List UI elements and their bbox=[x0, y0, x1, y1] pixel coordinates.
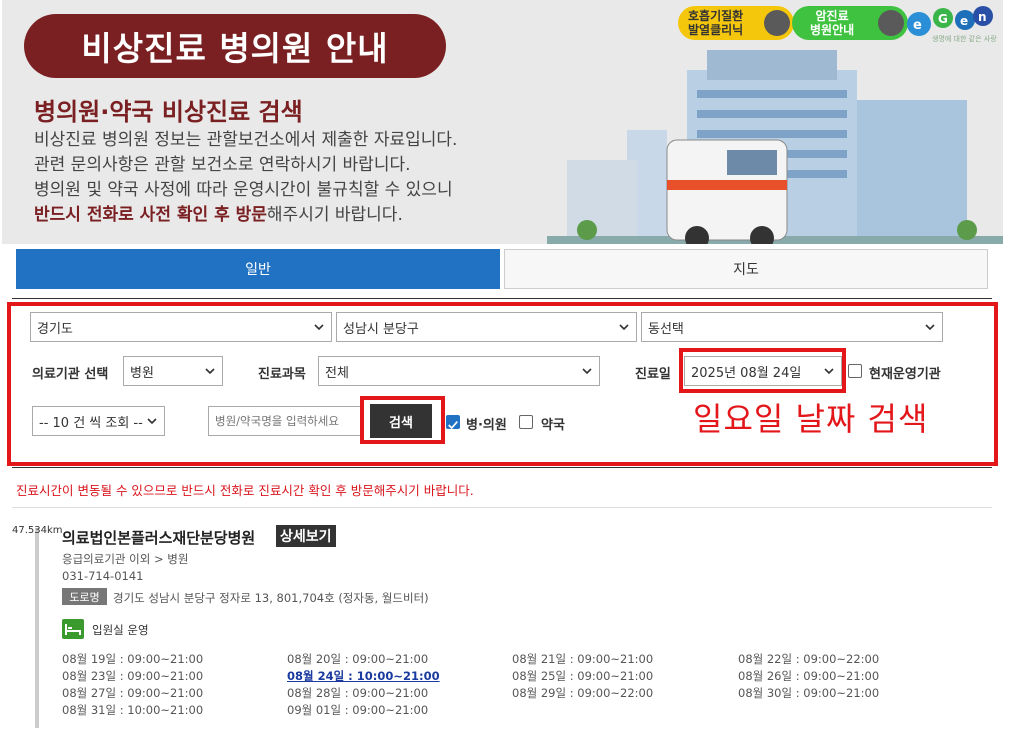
divider bbox=[12, 467, 992, 468]
svg-text:e: e bbox=[913, 18, 922, 33]
desc-line-1: 비상진료 병의원 정보는 관할보건소에서 제출한 자료입니다. bbox=[34, 130, 458, 150]
cancer-label-1: 암진료 bbox=[815, 9, 849, 23]
dept-label: 진료과목 bbox=[258, 367, 306, 382]
open-now-checkbox[interactable] bbox=[848, 364, 862, 378]
cancer-hospital-button[interactable]: 암진료 병원안내 bbox=[792, 6, 908, 40]
tab-general[interactable]: 일반 bbox=[16, 249, 500, 289]
schedule-entry: 08월 23일 : 09:00~21:00 bbox=[62, 669, 204, 683]
chevron-down-icon bbox=[582, 368, 592, 375]
category-text: 응급의료기관 이외 > 병원 bbox=[62, 552, 189, 566]
page-title: 비상진료 병의원 안내 bbox=[24, 14, 446, 78]
page-subtitle: 병의원·약국 비상진료 검색 bbox=[34, 98, 303, 126]
desc-line-4: 반드시 전화로 사전 확인 후 방문해주시기 바랍니다. bbox=[34, 203, 457, 228]
road-address-badge: 도로명 bbox=[62, 588, 107, 605]
egen-tagline: 생명에 대한 같은 사랑 bbox=[932, 35, 997, 43]
bed-icon bbox=[62, 619, 84, 639]
detail-button[interactable]: 상세보기 bbox=[276, 525, 336, 547]
chevron-down-icon bbox=[925, 324, 935, 331]
date-highlight-box bbox=[679, 348, 846, 393]
facility-value: 병원 bbox=[130, 365, 154, 381]
district-value: 성남시 분당구 bbox=[343, 321, 419, 337]
bicycle-icon bbox=[764, 10, 790, 36]
province-value: 경기도 bbox=[37, 321, 73, 337]
schedule-entry: 08월 25일 : 09:00~21:00 bbox=[512, 669, 654, 683]
address-text: 경기도 성남시 분당구 정자로 13, 801,704호 (정자동, 월드비터) bbox=[113, 591, 429, 605]
desc-line-3: 병의원 및 약국 사정에 따라 운영시간이 불규칙할 수 있으니 bbox=[34, 180, 453, 200]
schedule-entry: 09월 01일 : 09:00~21:00 bbox=[287, 703, 429, 717]
facility-select[interactable]: 병원 bbox=[123, 356, 223, 386]
name-search-input[interactable] bbox=[208, 406, 364, 436]
annotation-text: 일요일 날짜 검색 bbox=[693, 400, 929, 438]
dept-value: 전체 bbox=[325, 365, 349, 381]
hospital-illustration bbox=[547, 40, 1003, 244]
schedule-entry: 08월 28일 : 09:00~21:00 bbox=[287, 686, 429, 700]
pharmacy-checkbox[interactable] bbox=[519, 415, 533, 429]
open-now-label: 현재운영기관 bbox=[869, 367, 941, 382]
respiratory-label-2: 발열클리닉 bbox=[688, 23, 744, 37]
schedule-entry: 08월 27일 : 09:00~21:00 bbox=[62, 686, 204, 700]
district-select[interactable]: 성남시 분당구 bbox=[336, 312, 637, 342]
pharmacy-check-label: 약국 bbox=[541, 418, 565, 433]
chevron-down-icon bbox=[314, 324, 324, 331]
banner-description: 비상진료 병의원 정보는 관할보건소에서 제출한 자료입니다. 관련 문의사항은… bbox=[34, 128, 457, 228]
schedule-entry: 08월 19일 : 09:00~21:00 bbox=[62, 652, 204, 666]
chevron-down-icon bbox=[619, 324, 629, 331]
search-button[interactable]: 검색 bbox=[370, 404, 432, 438]
schedule-entry: 08월 31일 : 10:00~21:00 bbox=[62, 703, 204, 717]
dong-value: 동선택 bbox=[648, 321, 684, 337]
schedule-entry: 08월 22일 : 09:00~22:00 bbox=[738, 652, 880, 666]
hospital-checkbox[interactable] bbox=[446, 415, 460, 430]
svg-text:e: e bbox=[960, 14, 968, 28]
schedule-entry: 08월 29일 : 09:00~22:00 bbox=[512, 686, 654, 700]
respiratory-label-1: 호흡기질환 bbox=[688, 9, 744, 23]
distance-label: 47.534km bbox=[12, 525, 63, 536]
hospital-name[interactable]: 의료법인본플러스재단분당병원 bbox=[62, 527, 255, 548]
ward-text: 입원실 운영 bbox=[92, 623, 149, 637]
check-icon bbox=[448, 421, 458, 430]
schedule-entry: 08월 30일 : 09:00~21:00 bbox=[738, 686, 880, 700]
divider bbox=[12, 298, 992, 299]
tab-map[interactable]: 지도 bbox=[504, 249, 988, 289]
dept-select[interactable]: 전체 bbox=[318, 356, 600, 386]
schedule-entry: 08월 20일 : 09:00~21:00 bbox=[287, 652, 429, 666]
chevron-down-icon bbox=[205, 368, 215, 375]
chevron-down-icon bbox=[147, 418, 157, 425]
facility-label: 의료기관 선택 bbox=[32, 367, 109, 382]
province-select[interactable]: 경기도 bbox=[30, 312, 332, 342]
desc-tail: 해주시기 바랍니다. bbox=[266, 205, 403, 225]
stethoscope-icon bbox=[878, 10, 904, 36]
schedule-entry: 08월 24일 : 10:00~21:00 bbox=[287, 669, 440, 683]
page-size-select[interactable]: -- 10 건 씩 조회 -- bbox=[32, 406, 165, 436]
respiratory-clinic-button[interactable]: 호흡기질환 발열클리닉 bbox=[678, 6, 794, 40]
cancer-label-2: 병원안내 bbox=[810, 23, 855, 37]
page-size-value: -- 10 건 씩 조회 -- bbox=[39, 415, 143, 431]
dong-select[interactable]: 동선택 bbox=[641, 312, 943, 342]
svg-text:n: n bbox=[978, 10, 987, 24]
phone-text: 031-714-0141 bbox=[62, 569, 144, 583]
divider bbox=[12, 507, 992, 508]
desc-emphasis: 반드시 전화로 사전 확인 후 방문 bbox=[34, 205, 267, 225]
schedule-entry: 08월 21일 : 09:00~21:00 bbox=[512, 652, 654, 666]
notice-text: 진료시간이 변동될 수 있으므로 반드시 전화로 진료시간 확인 후 방문해주시… bbox=[16, 483, 474, 498]
hospital-check-label: 병·의원 bbox=[466, 418, 507, 433]
svg-text:G: G bbox=[938, 12, 948, 26]
result-side-bar bbox=[35, 528, 39, 728]
schedule-entry: 08월 26일 : 09:00~21:00 bbox=[738, 669, 880, 683]
date-label: 진료일 bbox=[635, 367, 671, 382]
desc-line-2: 관련 문의사항은 관할 보건소로 연락하시기 바랍니다. bbox=[34, 155, 411, 175]
